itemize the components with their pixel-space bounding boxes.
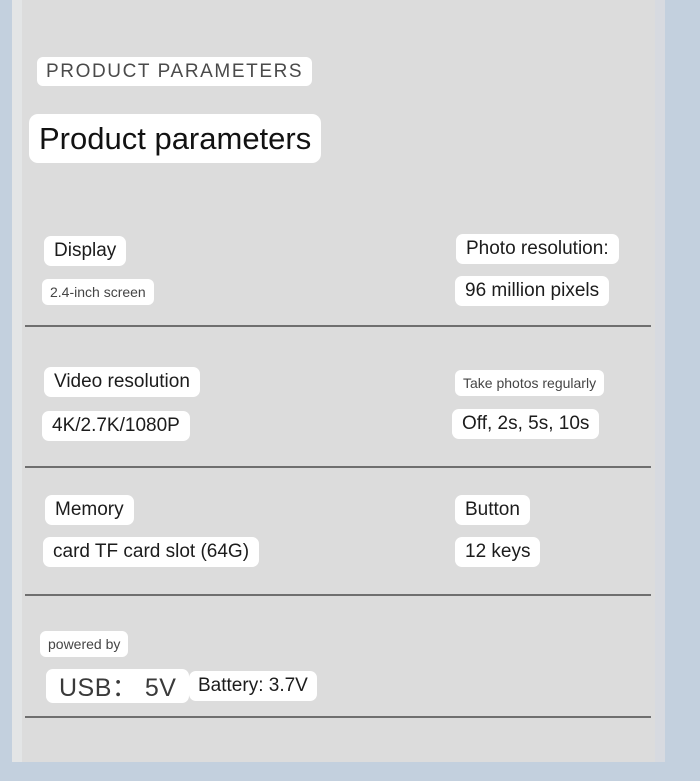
spec-label-interval-shooting: Take photos regularly	[455, 370, 605, 396]
row-divider-3	[25, 594, 651, 596]
spec-label-photo-resolution: Photo resolution:	[456, 234, 619, 264]
spec-value-memory: card TF card slot (64G)	[43, 537, 260, 567]
section-kicker: PRODUCT PARAMETERS	[37, 57, 313, 86]
spec-label-memory: Memory	[45, 495, 134, 525]
spec-value-video-resolution: 4K/2.7K/1080P	[42, 411, 190, 441]
row-divider-4	[25, 716, 651, 718]
panel-left-gutter	[12, 0, 22, 762]
spec-value-photo-resolution: 96 million pixels	[455, 276, 610, 306]
spec-value-battery: Battery: 3.7V	[189, 671, 317, 701]
row-divider-2	[25, 466, 651, 468]
spec-value-interval-shooting: Off, 2s, 5s, 10s	[452, 409, 600, 439]
spec-value-display: 2.4-inch screen	[42, 279, 154, 305]
spec-label-powered-by: powered by	[40, 631, 129, 657]
spec-value-button: 12 keys	[455, 537, 541, 567]
spec-value-usb-power: USB： 5V	[46, 669, 190, 703]
spec-label-button: Button	[455, 495, 530, 525]
row-divider-1	[25, 325, 651, 327]
spec-label-video-resolution: Video resolution	[44, 367, 200, 397]
page-title: Product parameters	[29, 114, 322, 163]
panel-right-gutter	[655, 0, 665, 762]
spec-label-display: Display	[44, 236, 127, 266]
page-root: PRODUCT PARAMETERS Product parameters Di…	[0, 0, 700, 781]
